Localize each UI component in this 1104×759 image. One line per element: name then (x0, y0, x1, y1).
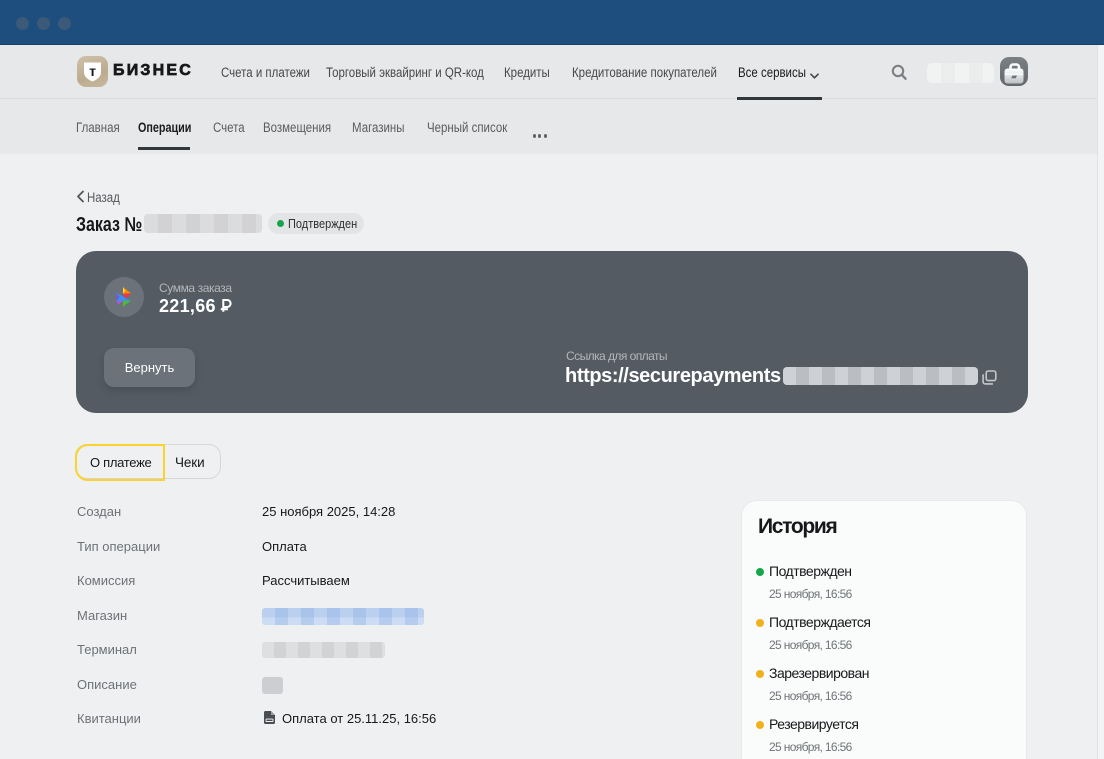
svg-text:т: т (89, 63, 96, 79)
